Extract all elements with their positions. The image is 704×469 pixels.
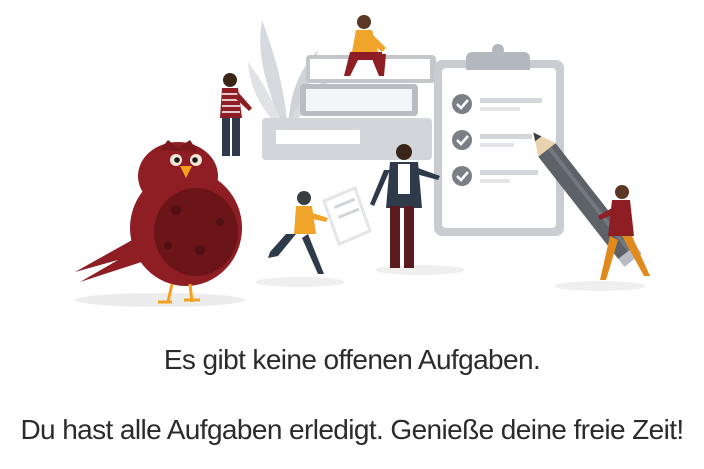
person-in-jacket (370, 144, 440, 268)
empty-tasks-illustration (75, 15, 650, 307)
empty-state-page: Es gibt keine offenen Aufgaben. Du hast … (0, 0, 704, 469)
ground-shadow (375, 265, 465, 275)
person-running (268, 191, 328, 274)
red-bird-icon (75, 140, 242, 304)
paper-sheet-icon (322, 186, 372, 246)
empty-state-headline: Es gibt keine offenen Aufgaben. (163, 344, 541, 375)
ground-shadow (555, 281, 645, 291)
person-standing-left (220, 73, 252, 156)
ground-shadow (255, 277, 345, 287)
ground-shadow (75, 293, 245, 307)
empty-state-message: Du hast alle Aufgaben erledigt. Genieße … (20, 414, 684, 445)
